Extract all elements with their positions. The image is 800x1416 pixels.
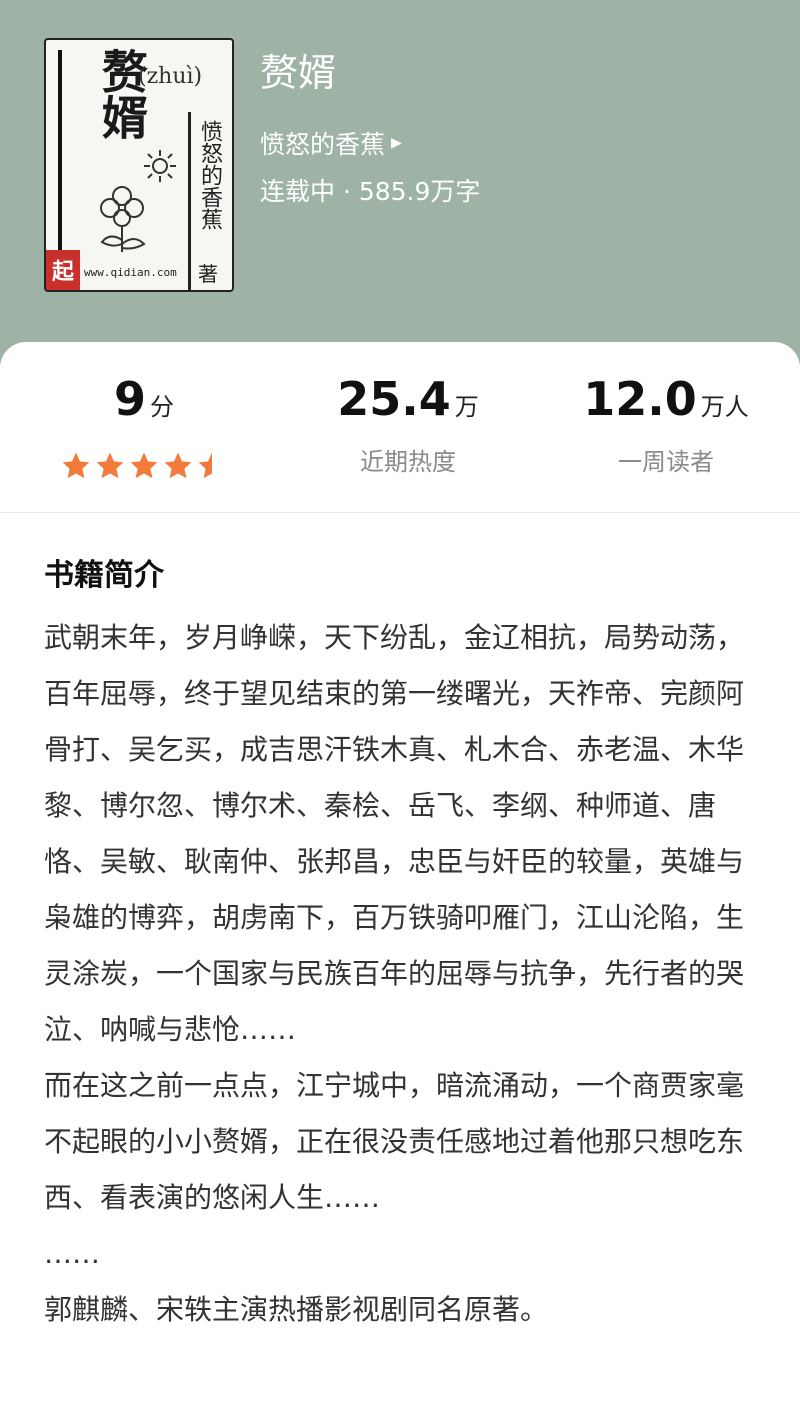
- stats-divider: [0, 512, 800, 513]
- intro-paragraph: ……: [44, 1237, 100, 1270]
- intro-paragraph: 而在这之前一点点，江宁城中，暗流涌动，一个商贾家毫不起眼的小小赘婿，正在很没责任…: [44, 1069, 745, 1214]
- intro-title: 书籍简介: [44, 558, 164, 593]
- intro-paragraph: 武朝末年，岁月峥嵘，天下纷乱，金辽相抗，局势动荡，百年屈辱，终于望见结束的第一缕…: [44, 621, 745, 1046]
- sun-icon: [144, 150, 176, 182]
- readers-label: 一周读者: [618, 448, 714, 476]
- flower-icon: [100, 186, 146, 252]
- rating-stars: [60, 450, 228, 482]
- intro-paragraph: 郭麒麟、宋轶主演热播影视剧同名原著。: [44, 1293, 549, 1326]
- author-link[interactable]: 愤怒的香蕉 ▶: [260, 125, 402, 161]
- cover-title: 赘婿: [95, 48, 149, 140]
- rating-stat: 9分: [14, 372, 274, 426]
- cover-pinyin: (zhuì): [138, 64, 203, 89]
- star-icon: [62, 452, 90, 479]
- cover-author-suffix: 著: [198, 262, 218, 286]
- book-title: 赘婿: [260, 51, 337, 95]
- cover-url: www.qidian.com: [84, 266, 177, 279]
- star-icon: [96, 452, 124, 479]
- cover-author: 愤怒的香蕉: [197, 120, 222, 230]
- intro-text: 武朝末年，岁月峥嵘，天下纷乱，金辽相抗，局势动荡，百年屈辱，终于望见结束的第一缕…: [44, 610, 764, 1338]
- half-star-icon: [198, 452, 226, 479]
- book-detail-card: 9分 25.4 万 近期热度 12.0 万人 一周读者 书籍简介 武朝末年，岁月峥嵘…: [0, 342, 800, 1416]
- cover-divider: [188, 112, 191, 290]
- star-icon: [130, 452, 158, 479]
- popularity-unit: 万: [454, 393, 479, 421]
- rating-unit: 分: [150, 393, 174, 421]
- book-header: 赘婿 (zhuì) 愤怒的香蕉 著 起 www.qidian.com 赘婿 愤怒…: [0, 0, 800, 370]
- readers-value: 12.0: [583, 372, 697, 426]
- book-status: 连载中 · 585.9万字: [260, 177, 481, 206]
- qidian-logo: 起: [46, 250, 80, 290]
- popularity-value: 25.4: [337, 372, 451, 426]
- readers-unit: 万人: [700, 393, 749, 421]
- author-name: 愤怒的香蕉: [260, 130, 386, 159]
- caret-right-icon: ▶: [391, 135, 402, 151]
- book-cover[interactable]: 赘婿 (zhuì) 愤怒的香蕉 著 起 www.qidian.com: [44, 38, 234, 292]
- readers-stat: 12.0 万人 一周读者: [536, 372, 796, 477]
- popularity-stat: 25.4 万 近期热度: [278, 372, 538, 477]
- star-icon: [164, 452, 192, 479]
- popularity-label: 近期热度: [360, 448, 456, 476]
- rating-value: 9: [113, 372, 146, 426]
